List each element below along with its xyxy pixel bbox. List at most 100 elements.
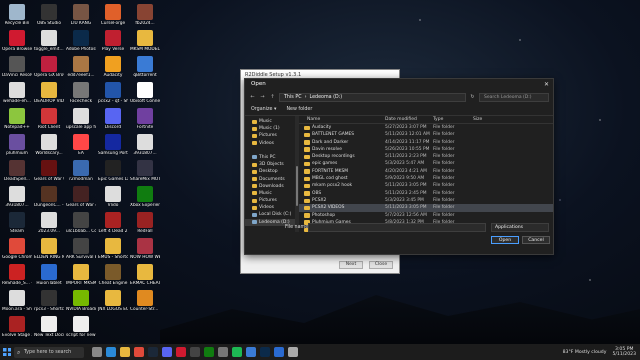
desktop-icon[interactable]: Riot Client [34, 108, 64, 130]
search-input[interactable]: Search Ledeoma (D:) [479, 92, 549, 102]
desktop-icon[interactable]: qBittorrent [130, 56, 160, 78]
steam-icon[interactable] [148, 347, 158, 357]
task-view-icon[interactable] [92, 347, 102, 357]
setup-close-button[interactable]: Close [369, 261, 393, 269]
setup-icon[interactable] [288, 347, 298, 357]
desktop-icon[interactable]: Evolve Stage 2 [2, 316, 32, 338]
column-type[interactable]: Type [433, 116, 473, 123]
desktop-icon[interactable]: NVIDIA Broadcast [66, 290, 96, 312]
up-arrow-icon[interactable]: ↑ [269, 94, 276, 100]
desktop-icon[interactable]: Worldscary... [34, 134, 64, 156]
file-type-select[interactable]: Applications [491, 223, 549, 232]
desktop-icon[interactable]: ELDEN RING MODS [34, 238, 64, 260]
file-row[interactable]: Desktop recordings 5/11/2023 2:23 PM File … [299, 153, 553, 160]
desktop-icon[interactable]: OBS Studio [34, 4, 64, 26]
desktop-icon[interactable]: Left 4 Dead 2 [98, 212, 128, 234]
desktop-icon[interactable]: fb2024... [130, 4, 160, 26]
edge-icon[interactable] [106, 347, 116, 357]
desktop-icon[interactable]: DungeonC... - Shortcut [34, 186, 64, 208]
column-date[interactable]: Date modified [385, 116, 433, 123]
desktop-icon[interactable]: Counter-Str... Global Offe... [130, 290, 160, 312]
nav-item[interactable]: Pictures [245, 132, 295, 139]
desktop-icon[interactable]: Samsung Portable S... [98, 134, 128, 156]
setup-next-button[interactable]: Next [339, 261, 363, 269]
desktop-icon[interactable]: rpcs3 - Shortcut [34, 290, 64, 312]
file-row[interactable]: epic games 5/3/2023 5:47 AM File folder [299, 160, 553, 167]
address-bar[interactable]: This PC › Ledeoma (D:) [279, 92, 466, 102]
file-row[interactable]: OBS 5/11/2023 2:45 PM File folder [299, 190, 553, 197]
desktop-icon[interactable]: LIU KANG [66, 4, 96, 26]
desktop-icon[interactable]: r2modman [66, 160, 96, 182]
desktop-icon[interactable]: RedFall [130, 212, 160, 234]
file-row[interactable]: PCSX2 5/3/2023 3:45 PM File folder [299, 197, 553, 204]
desktop-icon[interactable]: pcsx2 - qt - Shortcut [98, 82, 128, 104]
desktop-icon[interactable]: DeadSpell... [2, 160, 32, 182]
desktop-icon[interactable]: ARK Survival Evolved [66, 238, 96, 260]
desktop-icon[interactable]: Gears of War 4 Fortnite [66, 186, 96, 208]
desktop-icon[interactable]: wehade-eh... [2, 82, 32, 104]
settings-icon[interactable] [218, 347, 228, 357]
weather-widget[interactable]: 83°F Mostly cloudy [563, 350, 607, 355]
desktop-icon[interactable]: Epic Games Launcher [98, 160, 128, 182]
chrome-icon[interactable] [134, 347, 144, 357]
organize-button[interactable]: Organize ▾ [251, 104, 276, 115]
desktop-icon[interactable]: JNX LOGOS ECT [98, 290, 128, 312]
desktop-icon[interactable]: script for new video [66, 316, 96, 338]
file-row[interactable]: BATTLENET GAMES 5/11/2023 12:01 AM File fo… [299, 131, 553, 138]
nav-item[interactable]: Music [245, 190, 295, 197]
file-row[interactable]: Photoshop 5/7/2023 12:56 AM File folder [299, 212, 553, 219]
file-name-input[interactable] [308, 223, 486, 232]
desktop-icon[interactable]: DEADROP VIDEO S [34, 82, 64, 104]
photoshop-icon[interactable] [260, 347, 270, 357]
desktop-icon[interactable]: Ubisoft Connect [130, 82, 160, 104]
opera-icon[interactable] [176, 347, 186, 357]
nav-item[interactable] [245, 147, 295, 154]
start-button[interactable] [0, 344, 14, 360]
nav-item[interactable]: 3D Objects [245, 161, 295, 168]
desktop-icon[interactable]: EMUS - Shortcut [98, 238, 128, 260]
nav-item[interactable]: Videos [245, 140, 295, 147]
desktop-icon[interactable]: New Text Documen... [34, 316, 64, 338]
desktop-icon[interactable]: NOW HOW WE DID IT [130, 238, 160, 260]
desktop-icon[interactable]: Google Chrome [2, 238, 32, 260]
navigation-pane[interactable]: Music Music (1) Pictures Videos This PC 3D Ob… [245, 116, 295, 232]
nav-item[interactable]: Desktop [245, 168, 295, 175]
desktop-icon[interactable]: Notepad++ [2, 108, 32, 130]
spotify-icon[interactable] [232, 347, 242, 357]
desktop-icon[interactable]: toggle_emit... - Shortcut [34, 30, 64, 52]
desktop-icon[interactable]: Opera Browser [2, 30, 32, 52]
file-row[interactable]: mkxm pcsx2 hook 5/11/2023 3:05 PM File fol… [299, 182, 553, 189]
desktop-icon[interactable]: Discord [98, 108, 128, 130]
desktop-icon[interactable]: Gears of War Ultimate [34, 160, 64, 182]
file-row[interactable]: PCSX2 VIDEOS 5/11/2023 3:05 PM File folder [299, 204, 553, 212]
open-button[interactable]: Open [491, 236, 519, 244]
desktop-icon[interactable]: pluhmium [2, 134, 32, 156]
breadcrumb-this-pc[interactable]: This PC [284, 94, 302, 101]
nav-item[interactable]: Music (1) [245, 125, 295, 132]
file-row[interactable]: Davin resolve 5/26/2023 10:55 PM File fold… [299, 146, 553, 153]
desktop-icon[interactable]: ERMAC CHEATS [130, 264, 160, 286]
desktop-icon[interactable]: Audacity [98, 56, 128, 78]
forward-arrow-icon[interactable]: → [259, 94, 266, 100]
nav-item[interactable]: Music [245, 118, 295, 125]
column-name[interactable]: Name [299, 116, 385, 123]
desktop-icon[interactable]: Cheat Engine [98, 264, 128, 286]
desktop-icon[interactable]: Play Verse [98, 30, 128, 52]
file-explorer-icon[interactable] [120, 347, 130, 357]
close-icon[interactable]: ✕ [544, 79, 549, 90]
store-icon[interactable] [246, 347, 256, 357]
column-size[interactable]: Size [473, 116, 513, 123]
desktop-icon[interactable]: DaVinci Resolve [2, 56, 32, 78]
nav-item[interactable]: Pictures [245, 197, 295, 204]
desktop-icon[interactable]: MKSM MODELS [130, 30, 160, 52]
desktop-icon[interactable]: ReShade_S... - Shortcut [2, 264, 32, 286]
desktop-icon[interactable]: 3931807... [2, 186, 32, 208]
desktop-icon[interactable]: 3931807... [130, 134, 160, 156]
refresh-icon[interactable]: ↻ [469, 94, 476, 100]
desktop-icon[interactable]: IMPORT MKSM [66, 264, 96, 286]
desktop-icon[interactable]: Xbox Experience [130, 186, 160, 208]
desktop-icon[interactable]: Fortnite [130, 108, 160, 130]
desktop-icon[interactable]: CurseForge [98, 4, 128, 26]
desktop-icon[interactable]: Opera GX Browser [34, 56, 64, 78]
taskbar-search[interactable]: Type here to search [14, 346, 84, 358]
